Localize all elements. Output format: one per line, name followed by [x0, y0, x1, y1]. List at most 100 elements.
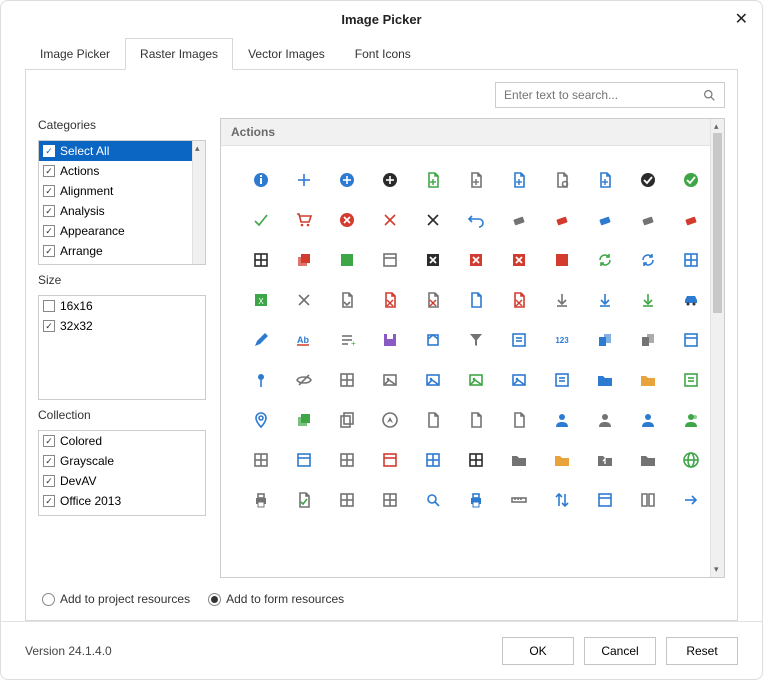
- add-circle-black-icon[interactable]: [380, 170, 400, 190]
- doc-plus-blue-icon[interactable]: [595, 170, 615, 190]
- error-red-icon[interactable]: [337, 210, 357, 230]
- list-item[interactable]: ✓Actions: [39, 161, 205, 181]
- user-gray-icon[interactable]: [595, 410, 615, 430]
- search-icon[interactable]: [703, 89, 716, 102]
- tabs-blue-icon[interactable]: [595, 330, 615, 350]
- close-icon[interactable]: ✕: [735, 9, 748, 29]
- checkbox[interactable]: ✓: [43, 165, 55, 177]
- reset-button[interactable]: Reset: [666, 637, 738, 665]
- square-x-black-icon[interactable]: [423, 250, 443, 270]
- radio-project[interactable]: Add to project resources: [42, 592, 190, 606]
- grid2-gray-icon[interactable]: [337, 450, 357, 470]
- grid-black-icon[interactable]: [251, 250, 271, 270]
- undo-blue-icon[interactable]: [466, 210, 486, 230]
- eraser-gray-icon[interactable]: [509, 210, 529, 230]
- window-gray-icon[interactable]: [380, 250, 400, 270]
- square-x-red2-icon[interactable]: [509, 250, 529, 270]
- radio-form[interactable]: Add to form resources: [208, 592, 344, 606]
- panel2-blue-icon[interactable]: [595, 490, 615, 510]
- note2-blue-icon[interactable]: [552, 370, 572, 390]
- window-blue-icon[interactable]: [681, 330, 701, 350]
- pencil-blue-icon[interactable]: [251, 330, 271, 350]
- ab-text-icon[interactable]: Ab: [294, 330, 314, 350]
- list-item[interactable]: ✓Analysis: [39, 201, 205, 221]
- size-list[interactable]: 16x16 ✓32x32: [38, 295, 206, 400]
- checkbox[interactable]: ✓: [43, 475, 55, 487]
- window-red-icon[interactable]: [380, 450, 400, 470]
- printer-blue-icon[interactable]: [466, 490, 486, 510]
- list-item[interactable]: ✓Select All: [39, 141, 205, 161]
- note-blue-icon[interactable]: [509, 330, 529, 350]
- calc2-gray-icon[interactable]: [380, 490, 400, 510]
- copy-gray-icon[interactable]: [337, 410, 357, 430]
- pin-blue-icon[interactable]: [251, 370, 271, 390]
- doc-blank-icon[interactable]: [509, 410, 529, 430]
- note-green-icon[interactable]: [681, 370, 701, 390]
- funnel-gray-icon[interactable]: [466, 330, 486, 350]
- layers-red-icon[interactable]: [294, 250, 314, 270]
- eraser-red-icon[interactable]: [552, 210, 572, 230]
- doc-gear-icon[interactable]: [552, 170, 572, 190]
- x-black-icon[interactable]: [423, 210, 443, 230]
- user-blue-icon[interactable]: [552, 410, 572, 430]
- doc-add-green-icon[interactable]: [423, 170, 443, 190]
- download-blue-icon[interactable]: [595, 290, 615, 310]
- plus-blue-icon[interactable]: [294, 170, 314, 190]
- tab-raster-images[interactable]: Raster Images: [125, 38, 233, 70]
- collection-list[interactable]: ✓Colored ✓Grayscale ✓DevAV ✓Office 2013: [38, 430, 206, 516]
- book-gray-icon[interactable]: [638, 490, 658, 510]
- checkbox[interactable]: ✓: [43, 225, 55, 237]
- save-purple-icon[interactable]: [380, 330, 400, 350]
- layers-green-icon[interactable]: [294, 410, 314, 430]
- doc-arrow-icon[interactable]: [337, 290, 357, 310]
- globe-green-icon[interactable]: [681, 450, 701, 470]
- doc-outline-icon[interactable]: [423, 410, 443, 430]
- car-blue-icon[interactable]: [681, 290, 701, 310]
- table-blue-icon[interactable]: [681, 250, 701, 270]
- search-input[interactable]: [504, 88, 703, 102]
- radio-icon[interactable]: [42, 593, 55, 606]
- list-item[interactable]: ✓Grayscale: [39, 451, 205, 471]
- eraser-sparkle-icon[interactable]: [638, 210, 658, 230]
- doc-gray-icon[interactable]: [466, 410, 486, 430]
- folder2-yellow-icon[interactable]: [552, 450, 572, 470]
- scrollbar-thumb[interactable]: [713, 133, 722, 313]
- cancel-button[interactable]: Cancel: [584, 637, 656, 665]
- panel-blue-icon[interactable]: [294, 450, 314, 470]
- grid3-gray-icon[interactable]: [337, 370, 357, 390]
- grid4-gray-icon[interactable]: [337, 490, 357, 510]
- add-circle-blue-icon[interactable]: [337, 170, 357, 190]
- doc-x-gray-icon[interactable]: [423, 290, 443, 310]
- folder-yellow-icon[interactable]: [638, 370, 658, 390]
- square-red-icon[interactable]: [552, 250, 572, 270]
- grid-black2-icon[interactable]: [466, 450, 486, 470]
- doc-blue-icon[interactable]: [466, 290, 486, 310]
- image-green-icon[interactable]: [466, 370, 486, 390]
- scrollbar[interactable]: ▴ ▾: [710, 119, 724, 577]
- categories-list[interactable]: ✓Select All ✓Actions ✓Alignment ✓Analysi…: [38, 140, 206, 265]
- doc-add-blue-icon[interactable]: [509, 170, 529, 190]
- printer-gray-icon[interactable]: [251, 490, 271, 510]
- xls-green-icon[interactable]: X: [251, 290, 271, 310]
- search-box[interactable]: [495, 82, 725, 108]
- list-item[interactable]: ✓Office 2013: [39, 491, 205, 511]
- download-gray-icon[interactable]: [552, 290, 572, 310]
- checkbox[interactable]: [43, 300, 55, 312]
- tab-image-picker[interactable]: Image Picker: [25, 38, 125, 70]
- refresh-blue-icon[interactable]: [638, 250, 658, 270]
- square-x-red-icon[interactable]: [466, 250, 486, 270]
- user2-blue-icon[interactable]: [638, 410, 658, 430]
- list-item[interactable]: ✓Colored: [39, 431, 205, 451]
- checkbox[interactable]: ✓: [43, 245, 55, 257]
- square-green-icon[interactable]: [337, 250, 357, 270]
- cart-red-icon[interactable]: [294, 210, 314, 230]
- calc-blue-icon[interactable]: [423, 450, 443, 470]
- 123-blue-icon[interactable]: 123: [552, 330, 572, 350]
- list-item[interactable]: ✓DevAV: [39, 471, 205, 491]
- doc-x-red-icon[interactable]: [380, 290, 400, 310]
- tab-vector-images[interactable]: Vector Images: [233, 38, 340, 70]
- search-blue-icon[interactable]: [423, 490, 443, 510]
- list-item[interactable]: 16x16: [39, 296, 205, 316]
- download-green-icon[interactable]: [638, 290, 658, 310]
- tabs-dark-icon[interactable]: [638, 330, 658, 350]
